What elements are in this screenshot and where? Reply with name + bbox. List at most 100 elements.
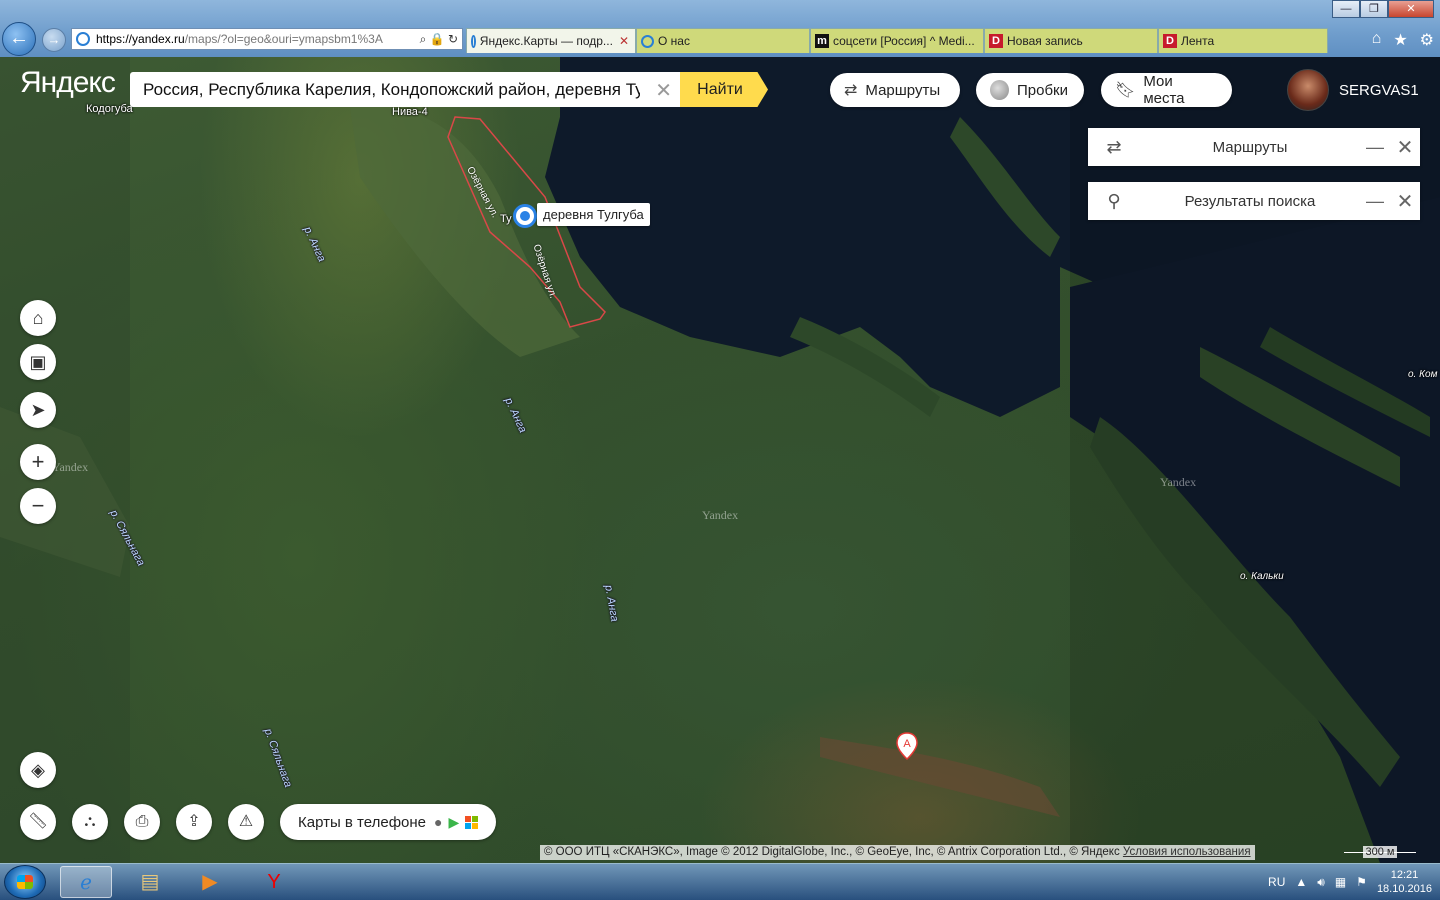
printer-icon: ⎙ xyxy=(135,813,149,830)
language-indicator[interactable]: RU xyxy=(1268,875,1285,889)
search-results-panel[interactable]: ⚲ Результаты поиска — ✕ xyxy=(1088,182,1420,220)
media-player-icon: ▶ xyxy=(202,871,218,893)
settings-gear-icon[interactable]: ⚙ xyxy=(1420,30,1434,50)
apple-icon: ● xyxy=(434,814,443,830)
browser-chrome: — ❐ ✕ ← → https://yandex.ru/maps/?ol=geo… xyxy=(0,0,1440,57)
taskbar-media[interactable]: ▶ xyxy=(184,866,236,898)
map-watermark: Yandex xyxy=(702,508,739,522)
tab-socials[interactable]: m соцсети [Россия] ^ Medi... xyxy=(810,28,984,53)
back-button[interactable]: ← xyxy=(2,22,36,56)
scale-bar: 300 м xyxy=(1344,845,1416,860)
report-button[interactable]: ⚠ xyxy=(228,804,264,840)
taskbar-explorer[interactable]: ▤ xyxy=(124,866,176,898)
flag-icon[interactable]: ⚑ xyxy=(1356,875,1367,889)
print-button[interactable]: ⎙ xyxy=(124,804,160,840)
search-box: ✕ xyxy=(130,72,682,107)
close-panel-icon[interactable]: ✕ xyxy=(1390,135,1420,160)
d-site-icon: D xyxy=(1163,34,1177,48)
lock-icon[interactable]: 🔒 xyxy=(430,32,445,46)
m-site-icon: m xyxy=(815,34,829,48)
map-veil-right xyxy=(1070,57,1440,863)
briefcase-icon: ▣ xyxy=(29,352,47,372)
panorama-button[interactable]: ⛬ xyxy=(72,804,108,840)
windows-taskbar: ℯ ▤ ▶ Y RU ▲ 🔊︎ ▦ ⚑ 12:21 18.10.2016 xyxy=(0,863,1440,900)
clock-time: 12:21 xyxy=(1390,869,1419,881)
traffic-button[interactable]: Пробки xyxy=(976,73,1084,107)
briefcase-button[interactable]: ▣ xyxy=(20,344,56,380)
home-icon[interactable]: ⌂ xyxy=(1372,30,1382,50)
ie-icon xyxy=(471,34,476,48)
satellite-map[interactable]: Кодогуба Нива-4 Озёрная ул. Озёрная ул. … xyxy=(0,57,1440,863)
my-places-button[interactable]: 🔖︎ Мои места xyxy=(1101,73,1232,107)
traffic-button-label: Пробки xyxy=(1017,81,1068,99)
place-label: Кодогуба xyxy=(86,103,133,115)
place-label: Ту xyxy=(500,213,512,225)
avatar[interactable] xyxy=(1287,69,1329,111)
network-icon[interactable]: ▦ xyxy=(1335,875,1346,889)
forward-button[interactable]: → xyxy=(42,28,66,52)
terms-link[interactable]: Условия использования xyxy=(1123,846,1251,858)
start-button[interactable] xyxy=(4,865,46,899)
clock-date: 18.10.2016 xyxy=(1376,883,1432,895)
ruler-button[interactable]: 📏︎ xyxy=(20,804,56,840)
clear-search-icon[interactable]: ✕ xyxy=(655,78,672,103)
zoom-in-button[interactable]: + xyxy=(20,444,56,480)
close-tab-icon[interactable]: ✕ xyxy=(619,30,629,53)
ie-icon xyxy=(641,34,654,48)
binoculars-icon: ⛬ xyxy=(84,813,96,830)
map-watermark: Yandex xyxy=(52,460,89,474)
zoom-out-button[interactable]: − xyxy=(20,488,56,524)
tab-label: Лента xyxy=(1181,33,1215,48)
location-pin-icon[interactable] xyxy=(513,204,537,228)
favorites-star-icon[interactable]: ★ xyxy=(1393,30,1407,50)
tab-new-post[interactable]: D Новая запись xyxy=(984,28,1158,53)
folder-icon: ▤ xyxy=(140,871,160,893)
routes-button-label: Маршруты xyxy=(865,81,941,99)
warning-icon: ⚠ xyxy=(238,813,254,830)
search-icon[interactable]: ⌕ xyxy=(420,32,427,46)
volume-icon[interactable]: 🔊︎ xyxy=(1317,875,1325,890)
user-menu[interactable]: SERGVAS1 xyxy=(1287,69,1419,111)
ie-icon xyxy=(76,32,90,46)
minimize-button[interactable]: — xyxy=(1332,0,1360,18)
geolocation-button[interactable]: ➤ xyxy=(20,392,56,428)
scale-label: 300 м xyxy=(1362,846,1398,858)
search-input[interactable] xyxy=(130,72,640,107)
tab-about[interactable]: О нас xyxy=(636,28,810,53)
window-controls: — ❐ ✕ xyxy=(1332,0,1434,18)
tab-yandex-maps[interactable]: Яндекс.Карты — подр... ✕ xyxy=(466,28,636,53)
show-hidden-icons-icon[interactable]: ▲ xyxy=(1295,875,1307,889)
d-site-icon: D xyxy=(989,34,1003,48)
taskbar-ie[interactable]: ℯ xyxy=(60,866,112,898)
minimize-panel-icon[interactable]: — xyxy=(1360,191,1390,212)
search-results-title: Результаты поиска xyxy=(1184,192,1316,210)
tab-feed[interactable]: D Лента xyxy=(1158,28,1328,53)
marker-a-letter: A xyxy=(903,738,911,750)
windows-store-icon xyxy=(465,815,479,829)
maximize-button[interactable]: ❐ xyxy=(1360,0,1388,18)
routes-button[interactable]: ⇄ Маршруты xyxy=(830,73,960,107)
minimize-panel-icon[interactable]: — xyxy=(1360,137,1390,158)
clock[interactable]: 12:21 18.10.2016 xyxy=(1377,868,1432,896)
ie-icon: ℯ xyxy=(80,872,92,894)
mobile-app-button[interactable]: Карты в телефоне ● ▶ xyxy=(280,804,497,840)
marker-a-icon[interactable]: A xyxy=(896,732,918,760)
close-panel-icon[interactable]: ✕ xyxy=(1390,189,1420,214)
close-window-button[interactable]: ✕ xyxy=(1388,0,1434,18)
refresh-icon[interactable]: ↻ xyxy=(448,32,458,46)
home-icon: ⌂ xyxy=(32,308,44,328)
tab-label: Новая запись xyxy=(1007,33,1083,48)
yandex-logo[interactable]: Яндекс xyxy=(20,66,116,100)
navigation-arrow-icon: ➤ xyxy=(30,400,46,420)
routes-panel[interactable]: ⇄ Маршруты — ✕ xyxy=(1088,128,1420,166)
taskbar-yandex-browser[interactable]: Y xyxy=(248,866,300,898)
system-tray: RU ▲ 🔊︎ ▦ ⚑ 12:21 18.10.2016 xyxy=(1268,868,1432,896)
home-map-button[interactable]: ⌂ xyxy=(20,300,56,336)
layers-button[interactable]: ◈ xyxy=(20,752,56,788)
share-button[interactable]: ⇪ xyxy=(176,804,212,840)
location-pin-label[interactable]: деревня Тулгуба xyxy=(537,203,650,226)
find-button[interactable]: Найти xyxy=(680,72,768,107)
address-bar[interactable]: https://yandex.ru/maps/?ol=geo&ouri=ymap… xyxy=(71,28,463,50)
plus-icon: + xyxy=(31,449,45,474)
tab-label: О нас xyxy=(658,33,690,48)
